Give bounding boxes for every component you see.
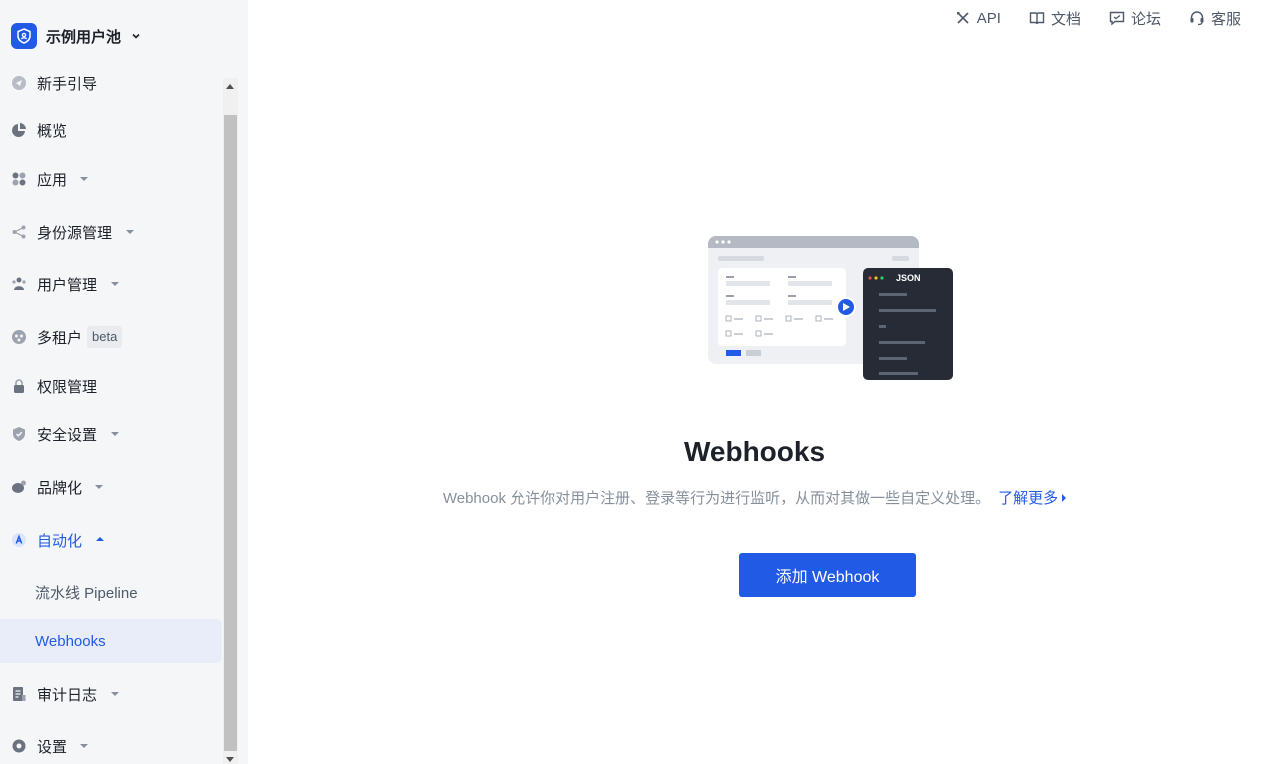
forum-link-label: 论坛 bbox=[1130, 10, 1161, 28]
sidebar-item-automation[interactable]: 自动化 bbox=[0, 519, 222, 561]
lock-icon bbox=[11, 378, 27, 394]
scroll-up-arrow-icon[interactable] bbox=[226, 84, 234, 89]
caret-up-icon bbox=[96, 537, 104, 541]
book-icon bbox=[1029, 12, 1045, 25]
document-icon bbox=[11, 686, 27, 702]
sidebar-item-label: 设置 bbox=[37, 738, 68, 756]
user-pool-switcher[interactable]: 示例用户池 bbox=[11, 22, 144, 50]
shield-icon bbox=[11, 426, 27, 442]
webhooks-illustration-graphic: JSON bbox=[708, 236, 953, 380]
learn-more-link[interactable]: 了解更多 bbox=[998, 487, 1067, 508]
share-icon bbox=[11, 224, 27, 240]
description-text: Webhook 允许你对用户注册、登录等行为进行监听，从而对其做一些自定义处理。 bbox=[442, 490, 991, 507]
api-tools-icon bbox=[956, 12, 969, 24]
caret-down-icon bbox=[111, 692, 119, 696]
sidebar-item-label: 身份源管理 bbox=[37, 224, 113, 242]
headset-icon bbox=[1190, 11, 1204, 26]
page-description: Webhook 允许你对用户注册、登录等行为进行监听，从而对其做一些自定义处理。… bbox=[248, 487, 1261, 508]
chevron-down-icon bbox=[130, 29, 144, 43]
sidebar-item-multi-tenant[interactable]: 多租户 beta bbox=[0, 316, 222, 358]
sidebar-item-label: 新手引导 bbox=[37, 75, 98, 93]
sidebar-item-settings[interactable]: 设置 bbox=[0, 725, 222, 764]
scroll-down-arrow-icon[interactable] bbox=[226, 757, 234, 762]
sidebar-scrollbar[interactable] bbox=[223, 78, 238, 764]
sidebar-item-label: 多租户 bbox=[37, 329, 83, 347]
sidebar-item-users[interactable]: 用户管理 bbox=[0, 263, 222, 305]
sidebar-subitem-label: Webhooks bbox=[35, 632, 106, 650]
sidebar-subitem-label: 流水线 Pipeline bbox=[35, 584, 138, 602]
scrollbar-thumb[interactable] bbox=[224, 115, 237, 751]
pie-chart-icon bbox=[11, 122, 27, 138]
sidebar-item-label: 安全设置 bbox=[37, 426, 98, 444]
sidebar: 示例用户池 新手引导 概览 应用 身份源管理 用户管理 多租户 beta 权限管… bbox=[0, 0, 248, 764]
webhooks-illustration: JSON bbox=[706, 234, 956, 384]
sidebar-item-label: 品牌化 bbox=[37, 479, 83, 497]
forum-link[interactable]: 论坛 bbox=[1109, 8, 1161, 29]
beta-badge: beta bbox=[87, 326, 123, 348]
page-title: Webhooks bbox=[683, 436, 826, 467]
learn-more-label: 了解更多 bbox=[998, 490, 1059, 507]
caret-down-icon bbox=[111, 282, 119, 286]
sidebar-item-overview[interactable]: 概览 bbox=[0, 109, 222, 151]
add-webhook-button[interactable]: 添加 Webhook bbox=[739, 553, 916, 597]
sidebar-menu: 新手引导 概览 应用 身份源管理 用户管理 多租户 beta 权限管理 安全设置… bbox=[0, 60, 222, 764]
docs-link-label: 文档 bbox=[1050, 10, 1081, 28]
sidebar-item-label: 应用 bbox=[37, 171, 68, 189]
tenant-icon bbox=[11, 329, 27, 345]
sidebar-item-audit-log[interactable]: 审计日志 bbox=[0, 673, 222, 715]
user-pool-name: 示例用户池 bbox=[46, 28, 122, 46]
api-link[interactable]: API bbox=[955, 10, 1001, 27]
shield-logo-icon bbox=[11, 23, 37, 49]
users-icon bbox=[11, 276, 27, 292]
automation-icon bbox=[11, 532, 27, 548]
caret-down-icon bbox=[80, 177, 88, 181]
support-link-label: 客服 bbox=[1210, 10, 1241, 28]
send-icon bbox=[11, 75, 27, 91]
paint-icon bbox=[11, 479, 27, 495]
sidebar-item-identity-sources[interactable]: 身份源管理 bbox=[0, 211, 222, 253]
sidebar-item-label: 审计日志 bbox=[37, 686, 98, 704]
docs-link[interactable]: 文档 bbox=[1029, 8, 1081, 29]
top-nav: API 文档 论坛 客服 bbox=[955, 8, 1241, 28]
json-label: JSON bbox=[896, 273, 921, 283]
sidebar-subitem-pipeline[interactable]: 流水线 Pipeline bbox=[0, 570, 222, 614]
sidebar-item-guide[interactable]: 新手引导 bbox=[0, 62, 222, 104]
api-link-label: API bbox=[976, 9, 1001, 27]
caret-down-icon bbox=[80, 744, 88, 748]
chat-icon bbox=[1109, 11, 1125, 26]
support-link[interactable]: 客服 bbox=[1189, 8, 1241, 29]
gear-icon bbox=[11, 738, 27, 754]
caret-down-icon bbox=[95, 485, 103, 489]
sidebar-item-label: 权限管理 bbox=[37, 378, 98, 396]
caret-down-icon bbox=[126, 230, 134, 234]
sidebar-item-security[interactable]: 安全设置 bbox=[0, 413, 222, 455]
apps-icon bbox=[11, 171, 27, 187]
sidebar-subitem-webhooks[interactable]: Webhooks bbox=[0, 619, 222, 663]
sidebar-item-branding[interactable]: 品牌化 bbox=[0, 466, 222, 508]
sidebar-item-label: 自动化 bbox=[37, 532, 83, 550]
caret-down-icon bbox=[111, 432, 119, 436]
sidebar-item-label: 概览 bbox=[37, 122, 68, 140]
caret-right-icon bbox=[1062, 493, 1067, 502]
sidebar-item-apps[interactable]: 应用 bbox=[0, 158, 222, 200]
sidebar-item-permissions[interactable]: 权限管理 bbox=[0, 365, 222, 407]
sidebar-item-label: 用户管理 bbox=[37, 276, 98, 294]
